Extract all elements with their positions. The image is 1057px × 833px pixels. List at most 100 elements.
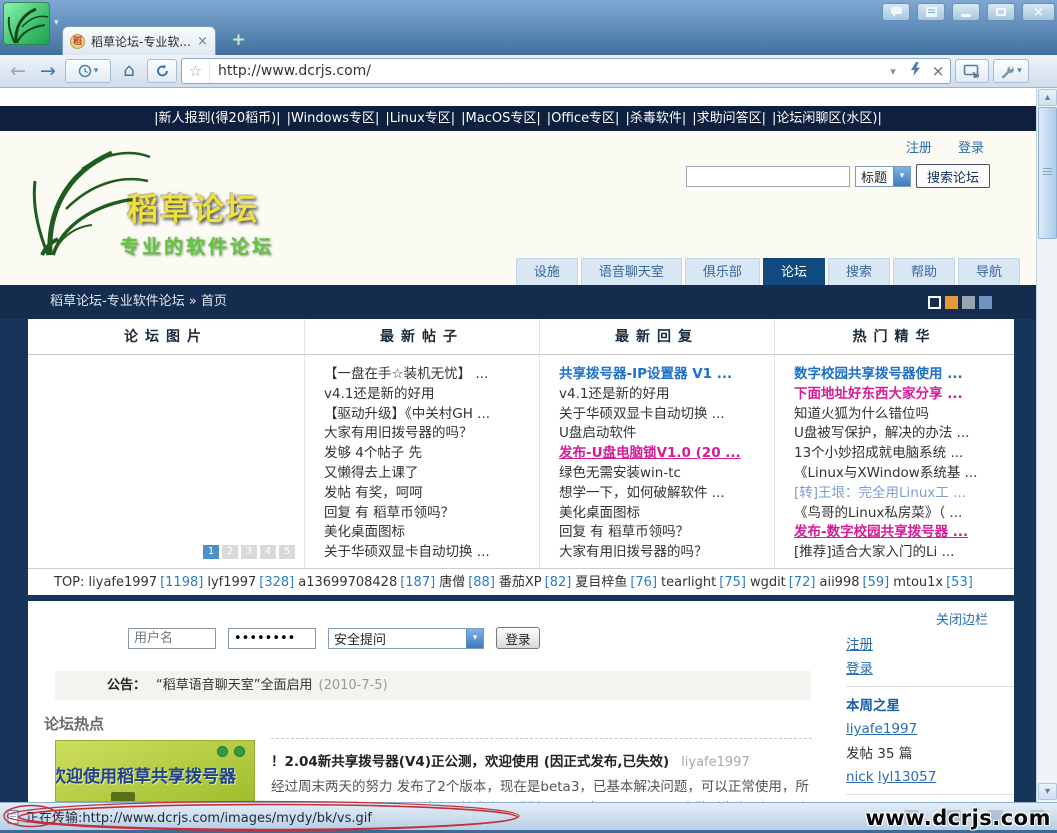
- reply-link[interactable]: 回复 有 稻草币领吗？: [559, 523, 774, 543]
- top-poster[interactable]: 番茄XP[82]: [499, 575, 571, 590]
- reply-link[interactable]: 发布-U盘电脑锁V1.0 (20 ...: [559, 444, 774, 464]
- tools-wrench-button[interactable]: ▾: [993, 59, 1029, 83]
- url-dropdown-icon[interactable]: ▾: [882, 65, 904, 78]
- site-tab[interactable]: 设施: [516, 258, 578, 285]
- digest-link[interactable]: 知道火狐为什么错位吗: [794, 405, 1014, 425]
- style-swatch[interactable]: [928, 296, 941, 309]
- home-button[interactable]: ⌂: [115, 58, 143, 84]
- post-link[interactable]: 发够 4个帖子 先: [324, 444, 539, 464]
- announcement-text[interactable]: “稻草语音聊天室”全面启用: [156, 678, 312, 693]
- top-poster-name[interactable]: tearlight: [661, 575, 716, 590]
- browser-tab[interactable]: 稻 稻草论坛-专业软... ×: [62, 26, 216, 55]
- reply-link[interactable]: 大家有用旧拨号器的吗？: [559, 543, 774, 563]
- scrollbar-thumb[interactable]: [1038, 107, 1057, 239]
- post-link[interactable]: 发帖 有奖，呵呵: [324, 484, 539, 504]
- style-swatch[interactable]: [945, 296, 958, 309]
- top-nav-link[interactable]: |求助问答区|: [692, 111, 766, 126]
- reply-link[interactable]: 绿色无需安装win-tc: [559, 464, 774, 484]
- reply-link[interactable]: 想学一下，如何破解软件 ...: [559, 484, 774, 504]
- app-menu-dropdown-icon[interactable]: ▾: [54, 18, 59, 28]
- pagination-button[interactable]: 5: [279, 545, 295, 559]
- top-poster-name[interactable]: 唐僧: [439, 575, 465, 590]
- top-poster-name[interactable]: lyf1997: [207, 575, 256, 590]
- post-link[interactable]: v4.1还是新的好用: [324, 385, 539, 405]
- site-tab[interactable]: 导航: [958, 258, 1020, 285]
- new-tab-button[interactable]: +: [226, 30, 251, 50]
- feedback-note-button[interactable]: [917, 3, 945, 21]
- site-tab[interactable]: 论坛: [763, 258, 825, 285]
- pagination-button[interactable]: 4: [260, 545, 276, 559]
- maximize-button[interactable]: [987, 3, 1015, 21]
- go-lightning-icon[interactable]: [904, 62, 926, 80]
- minimize-button[interactable]: [952, 3, 980, 21]
- url-input[interactable]: [210, 63, 882, 79]
- top-poster[interactable]: tearlight[75]: [661, 575, 746, 590]
- post-link[interactable]: 美化桌面图标: [324, 523, 539, 543]
- top-poster[interactable]: aii998[59]: [819, 575, 889, 590]
- reply-link[interactable]: 共享拨号器-IP设置器 V1 ...: [559, 365, 774, 385]
- close-window-button[interactable]: ×: [1022, 3, 1055, 21]
- reply-link[interactable]: 美化桌面图标: [559, 504, 774, 524]
- top-poster[interactable]: 夏目梓鱼[76]: [575, 575, 657, 590]
- post-title[interactable]: ！2.04新共享拨号器(V4)正公测，欢迎使用 (因正式发布,已失效)liyaf…: [271, 750, 812, 770]
- sidebar-login-link[interactable]: 登录: [846, 657, 1014, 677]
- top-nav-link[interactable]: |论坛闲聊区(水区)|: [772, 111, 882, 126]
- pagination-button[interactable]: 2: [222, 545, 238, 559]
- site-tab[interactable]: 帮助: [893, 258, 955, 285]
- scroll-up-icon[interactable]: ▴: [1038, 89, 1057, 106]
- top-nav-link[interactable]: |MacOS专区|: [461, 111, 541, 126]
- digest-link[interactable]: 《Linux与XWindow系统基 ...: [794, 464, 1014, 484]
- security-question-select[interactable]: 安全提问 ▾: [328, 628, 484, 649]
- digest-link[interactable]: U盘被写保护，解决的办法 ...: [794, 424, 1014, 444]
- digest-link[interactable]: [转]王垠：完全用Linux工 ...: [794, 484, 1014, 504]
- top-poster[interactable]: lyf1997[328]: [207, 575, 294, 590]
- top-poster-name[interactable]: 番茄XP: [499, 575, 542, 590]
- stop-icon[interactable]: ×: [926, 62, 950, 80]
- bookmark-star-icon[interactable]: ☆: [182, 59, 210, 83]
- top-poster[interactable]: liyafe1997[1198]: [89, 575, 204, 590]
- top-poster-name[interactable]: aii998: [819, 575, 859, 590]
- reply-link[interactable]: v4.1还是新的好用: [559, 385, 774, 405]
- site-tab[interactable]: 俱乐部: [685, 258, 760, 285]
- dialer-banner[interactable]: 欢迎使用稻草共享拨号器: [55, 740, 255, 802]
- app-menu-button[interactable]: [3, 2, 50, 45]
- top-poster-name[interactable]: 夏目梓鱼: [575, 575, 627, 590]
- chat-bubble-button[interactable]: [882, 3, 910, 21]
- login-link[interactable]: 登录: [958, 141, 984, 156]
- top-poster-name[interactable]: a13699708428: [298, 575, 397, 590]
- top-poster[interactable]: mtou1x[53]: [893, 575, 973, 590]
- post-link[interactable]: 大家有用旧拨号器的吗？: [324, 424, 539, 444]
- breadcrumb[interactable]: 稻草论坛-专业软件论坛 » 首页: [50, 294, 227, 309]
- top-nav-link[interactable]: |Linux专区|: [385, 111, 455, 126]
- style-swatch[interactable]: [962, 296, 975, 309]
- nick-label-link[interactable]: nick: [846, 769, 874, 785]
- reply-link[interactable]: 关于华硕双显卡自动切换 ...: [559, 405, 774, 425]
- page-scrollbar[interactable]: ▴ ▾: [1036, 88, 1057, 802]
- search-forum-button[interactable]: 搜索论坛: [916, 164, 990, 188]
- pagination-button[interactable]: 1: [203, 545, 219, 559]
- digest-link[interactable]: 发布-数字校园共享拨号器 ...: [794, 523, 1014, 543]
- week-star-user-link[interactable]: liyafe1997: [846, 721, 917, 737]
- post-link[interactable]: 【驱动升级】《中关村GH ...: [324, 405, 539, 425]
- digest-link[interactable]: 下面地址好东西大家分享 ...: [794, 385, 1014, 405]
- post-author[interactable]: liyafe1997: [681, 755, 750, 770]
- digest-link[interactable]: 13个小妙招成就电脑系统 ...: [794, 444, 1014, 464]
- search-scope-select[interactable]: 标题 ▾: [855, 166, 911, 187]
- history-button[interactable]: ▾: [65, 59, 111, 83]
- post-link[interactable]: 【一盘在手☆装机无忧】 ...: [324, 365, 539, 385]
- reply-link[interactable]: U盘启动软件: [559, 424, 774, 444]
- search-input[interactable]: [686, 166, 850, 187]
- password-field[interactable]: [228, 628, 316, 649]
- tab-close-icon[interactable]: ×: [197, 34, 208, 49]
- top-poster[interactable]: a13699708428[187]: [298, 575, 435, 590]
- top-nav-link[interactable]: |新人报到(得20稻币)|: [154, 111, 280, 126]
- nick-value-link[interactable]: lyl13057: [878, 769, 936, 785]
- snapshot-tool-button[interactable]: [955, 59, 989, 83]
- top-poster[interactable]: 唐僧[88]: [439, 575, 495, 590]
- top-nav-link[interactable]: |Office专区|: [547, 111, 620, 126]
- top-poster-name[interactable]: mtou1x: [893, 575, 943, 590]
- top-nav-link[interactable]: |Windows专区|: [287, 111, 380, 126]
- top-poster[interactable]: wgdit[72]: [750, 575, 816, 590]
- sidebar-register-link[interactable]: 注册: [846, 633, 1014, 653]
- top-nav-link[interactable]: |杀毒软件|: [625, 111, 686, 126]
